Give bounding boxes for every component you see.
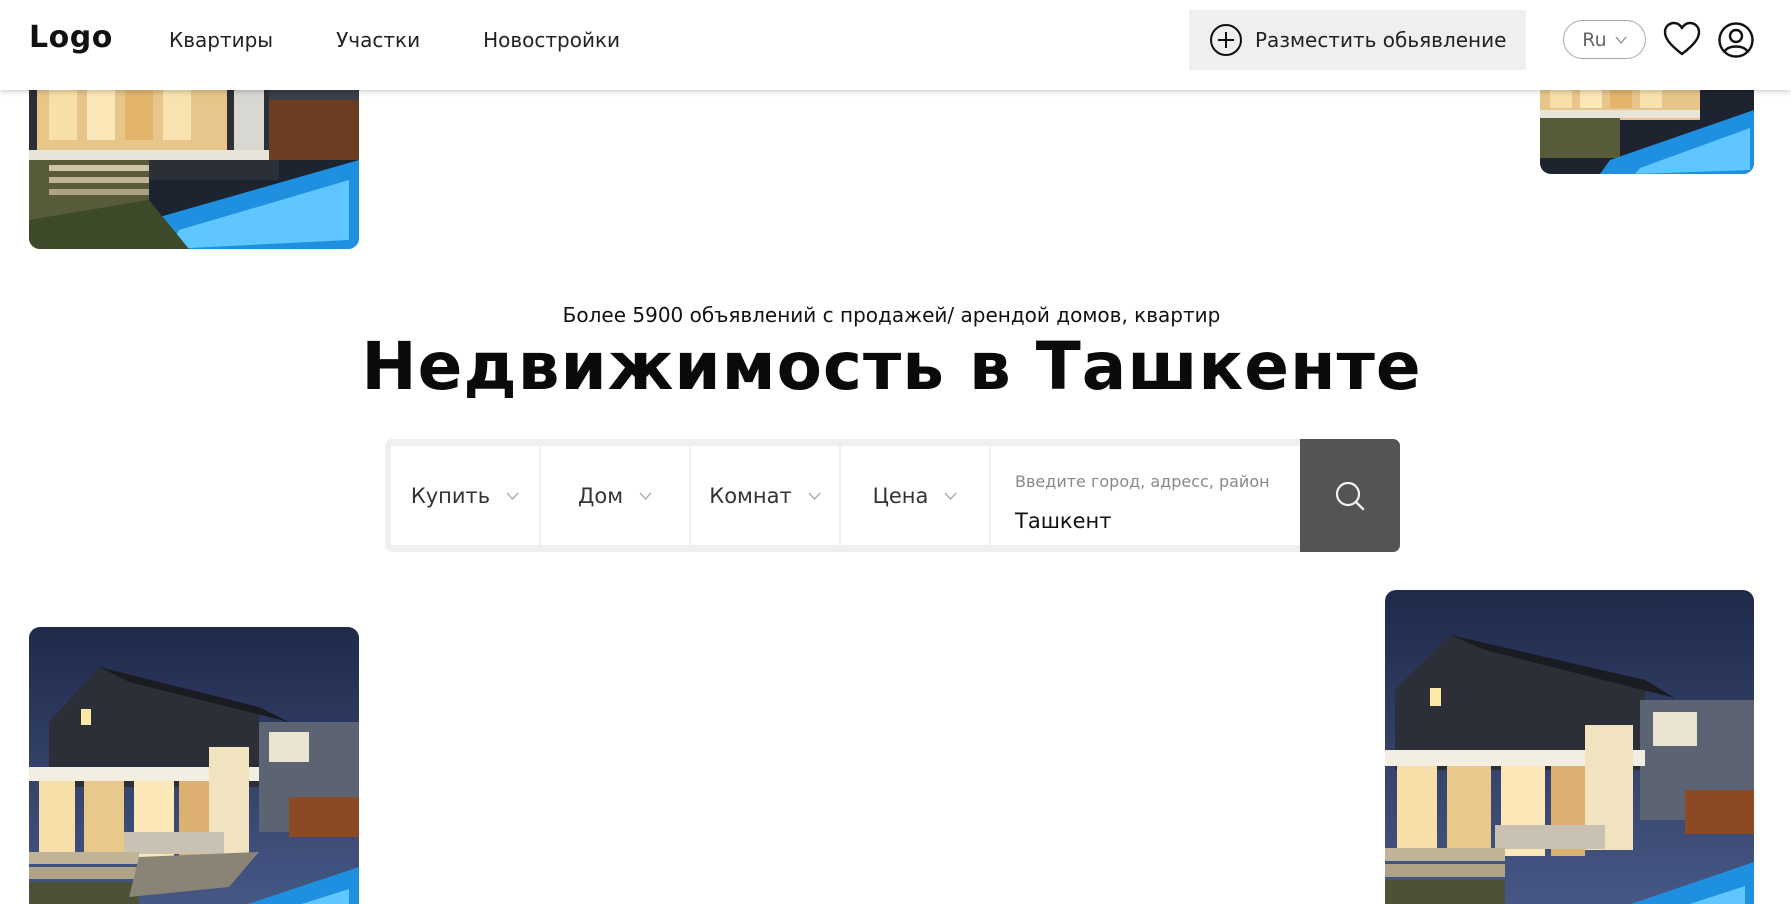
search-button[interactable]: [1300, 439, 1400, 552]
search-fields: Купить Дом Комнат Цена Введите город, ад…: [391, 446, 1305, 545]
address-placeholder: Введите город, адресс, район: [1015, 472, 1270, 491]
heart-icon: [1663, 21, 1701, 57]
price-dropdown[interactable]: Цена: [841, 446, 991, 545]
post-listing-label: Разместить обьявление: [1255, 28, 1507, 52]
page: Logo Квартиры Участки Новостройки Размес…: [0, 0, 1791, 904]
property-type-label: Дом: [577, 483, 624, 508]
page-title: Недвижимость в Ташкенте: [361, 328, 1422, 405]
nav-item-new-buildings[interactable]: Новостройки: [483, 28, 620, 52]
house-photo: [29, 627, 359, 904]
user-icon: [1717, 21, 1755, 59]
favorites-button[interactable]: [1663, 21, 1701, 57]
search-icon: [1334, 480, 1366, 512]
logo[interactable]: Logo: [29, 20, 113, 55]
address-value: Ташкент: [1015, 509, 1112, 533]
address-input[interactable]: Введите город, адресс, район Ташкент: [991, 446, 1305, 545]
property-type-dropdown[interactable]: Дом: [541, 446, 691, 545]
deal-type-label: Купить: [410, 483, 491, 508]
search-bar: Купить Дом Комнат Цена Введите город, ад…: [385, 439, 1400, 552]
site-header: Logo Квартиры Участки Новостройки Размес…: [0, 0, 1791, 90]
plus-circle-icon: [1209, 23, 1243, 57]
chevron-down-icon: [808, 492, 821, 500]
post-listing-button[interactable]: Разместить обьявление: [1189, 10, 1526, 70]
chevron-down-icon: [1615, 36, 1627, 44]
language-label: Ru: [1582, 28, 1607, 51]
price-label: Цена: [872, 483, 929, 508]
rooms-dropdown[interactable]: Комнат: [691, 446, 841, 545]
chevron-down-icon: [506, 492, 519, 500]
hero-subtitle: Более 5900 объявлений с продажей/ арендо…: [562, 303, 1221, 327]
main-nav: Квартиры Участки Новостройки: [169, 28, 620, 52]
nav-item-apartments[interactable]: Квартиры: [169, 28, 273, 52]
house-photo: [1385, 590, 1754, 904]
account-button[interactable]: [1717, 21, 1755, 59]
deal-type-dropdown[interactable]: Купить: [391, 446, 541, 545]
chevron-down-icon: [639, 492, 652, 500]
language-selector[interactable]: Ru: [1563, 20, 1646, 59]
chevron-down-icon: [944, 492, 957, 500]
rooms-label: Комнат: [709, 483, 792, 508]
nav-item-plots[interactable]: Участки: [336, 28, 420, 52]
